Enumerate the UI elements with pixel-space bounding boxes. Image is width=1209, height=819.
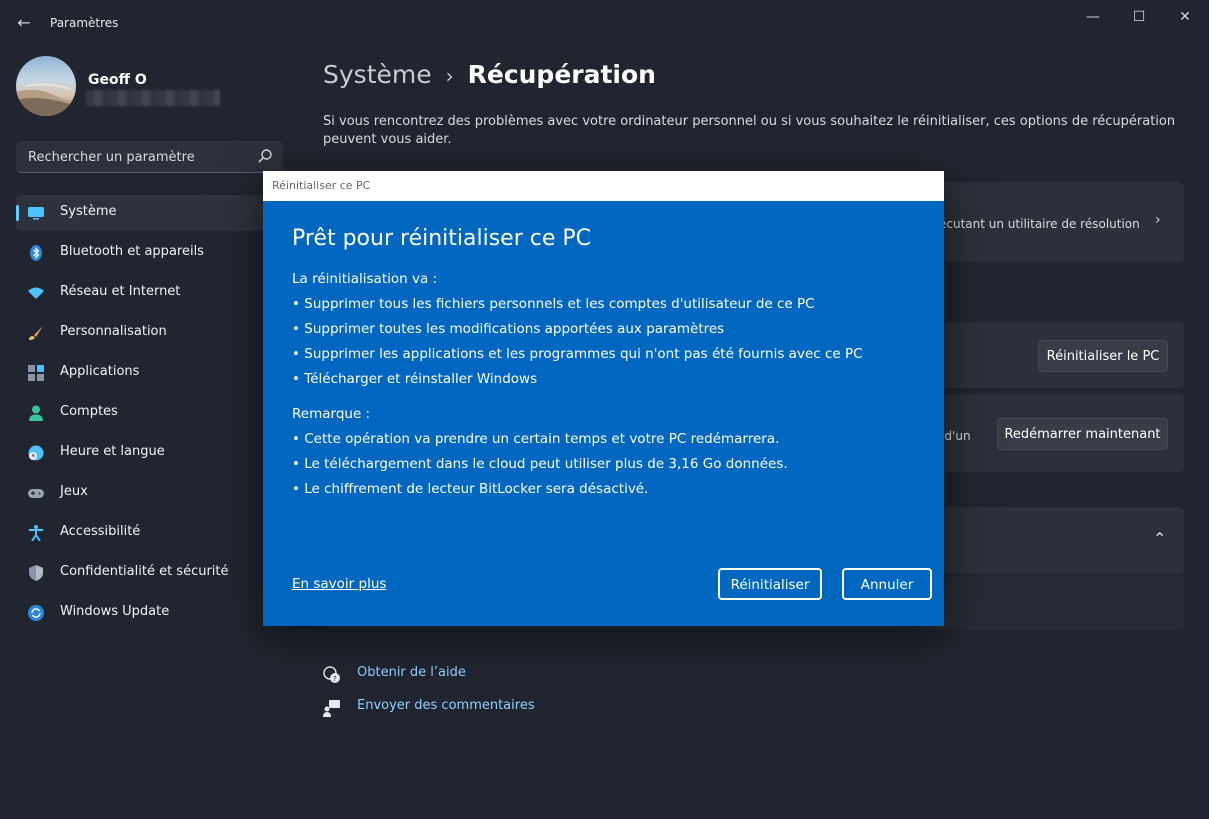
troubleshoot-card-text: écutant un utilitaire de résolution: [939, 217, 1140, 231]
sidebar-item-label: Applications: [60, 364, 140, 379]
sidebar-item-label: Windows Update: [60, 604, 170, 619]
help-icon: ?: [323, 666, 340, 683]
apps-icon: [28, 365, 44, 381]
back-arrow-icon[interactable]: ←: [14, 13, 34, 33]
breadcrumb-separator: ›: [445, 64, 454, 88]
dialog-heading: Prêt pour réinitialiser ce PC: [292, 226, 591, 251]
blurred-email: [86, 90, 220, 106]
brush-icon: [29, 326, 43, 340]
sidebar-item-systeme[interactable]: Système: [16, 195, 283, 231]
settings-window: ← Paramètres — ☐ ✕ Geoff O Système Bluet…: [0, 0, 1209, 819]
sidebar-item-personalization[interactable]: Personnalisation: [16, 315, 283, 351]
breadcrumb-parent[interactable]: Système: [323, 60, 432, 89]
sidebar-item-label: Heure et langue: [60, 444, 165, 459]
get-help-link[interactable]: Obtenir de l’aide: [357, 665, 466, 680]
shield-icon: [29, 565, 43, 581]
person-icon: [29, 405, 43, 421]
sidebar-item-gaming[interactable]: Jeux: [16, 475, 283, 511]
learn-more-link[interactable]: En savoir plus: [292, 576, 386, 592]
sidebar-item-bluetooth[interactable]: Bluetooth et appareils: [16, 235, 283, 271]
page-title: Récupération: [467, 60, 656, 89]
dialog-title-bar[interactable]: Réinitialiser ce PC: [263, 171, 944, 201]
sidebar-item-applications[interactable]: Applications: [16, 355, 283, 391]
feedback-icon: [323, 700, 340, 717]
svg-text:?: ?: [333, 675, 337, 683]
globe-clock-icon: [28, 445, 44, 461]
user-name: Geoff O: [88, 72, 147, 88]
sidebar-item-label: Système: [60, 204, 117, 219]
bluetooth-icon: [30, 245, 42, 261]
sidebar-item-label: Bluetooth et appareils: [60, 244, 204, 259]
dialog-note: • Le chiffrement de lecteur BitLocker se…: [292, 481, 649, 497]
minimize-icon[interactable]: —: [1070, 6, 1116, 28]
feedback-link[interactable]: Envoyer des commentaires: [357, 698, 535, 713]
sidebar-item-accessibility[interactable]: Accessibilité: [16, 515, 283, 551]
gamepad-icon: [28, 489, 44, 498]
confirm-reset-button[interactable]: Réinitialiser: [718, 568, 822, 600]
dialog-intro: La réinitialisation va :: [292, 271, 438, 287]
chevron-up-icon[interactable]: ⌃: [1153, 529, 1166, 548]
sidebar-item-label: Personnalisation: [60, 324, 167, 339]
page-description: Si vous rencontrez des problèmes avec vo…: [323, 114, 1176, 147]
monitor-icon: [28, 207, 44, 220]
sidebar-item-network[interactable]: Réseau et Internet: [16, 275, 283, 311]
update-icon: [28, 605, 44, 621]
breadcrumb: Système › Récupération: [323, 60, 656, 89]
sidebar-item-label: Réseau et Internet: [60, 284, 181, 299]
sidebar-item-label: Jeux: [60, 484, 88, 499]
maximize-icon[interactable]: ☐: [1116, 6, 1162, 28]
sidebar-item-label: Confidentialité et sécurité: [60, 564, 229, 579]
sidebar-item-label: Comptes: [60, 404, 118, 419]
cancel-button[interactable]: Annuler: [842, 568, 932, 600]
app-title: Paramètres: [50, 16, 119, 30]
sidebar-nav: Système Bluetooth et appareils Réseau et…: [16, 195, 283, 635]
chevron-right-icon: ›: [1155, 212, 1161, 228]
dialog-note: • Cette opération va prendre un certain …: [292, 431, 780, 447]
search-box[interactable]: [16, 141, 283, 173]
restart-now-button[interactable]: Redémarrer maintenant: [997, 418, 1168, 450]
dialog-note-title: Remarque :: [292, 406, 371, 422]
close-icon[interactable]: ✕: [1162, 6, 1208, 28]
sidebar-item-windows-update[interactable]: Windows Update: [16, 595, 283, 631]
title-bar: ← Paramètres — ☐ ✕: [0, 0, 1209, 46]
accessibility-icon: [29, 525, 43, 541]
wifi-icon: [28, 287, 44, 299]
dialog-bullet: • Supprimer les applications et les prog…: [292, 346, 863, 362]
sidebar-item-accounts[interactable]: Comptes: [16, 395, 283, 431]
dialog-body: La réinitialisation va : • Supprimer tou…: [292, 269, 922, 504]
search-input[interactable]: [26, 146, 250, 168]
sidebar-item-privacy[interactable]: Confidentialité et sécurité: [16, 555, 283, 591]
search-icon[interactable]: [257, 148, 273, 164]
dialog-bullet: • Supprimer toutes les modifications app…: [292, 321, 725, 337]
dialog-title: Réinitialiser ce PC: [272, 179, 371, 192]
reset-pc-dialog: Réinitialiser ce PC Prêt pour réinitiali…: [263, 171, 944, 626]
sidebar-item-time-language[interactable]: Heure et langue: [16, 435, 283, 471]
reset-pc-button[interactable]: Réinitialiser le PC: [1038, 340, 1168, 372]
avatar[interactable]: [16, 56, 76, 116]
dialog-note: • Le téléchargement dans le cloud peut u…: [292, 456, 788, 472]
sidebar-item-label: Accessibilité: [60, 524, 141, 539]
dialog-bullet: • Supprimer tous les fichiers personnels…: [292, 296, 815, 312]
dialog-bullet: • Télécharger et réinstaller Windows: [292, 371, 538, 387]
